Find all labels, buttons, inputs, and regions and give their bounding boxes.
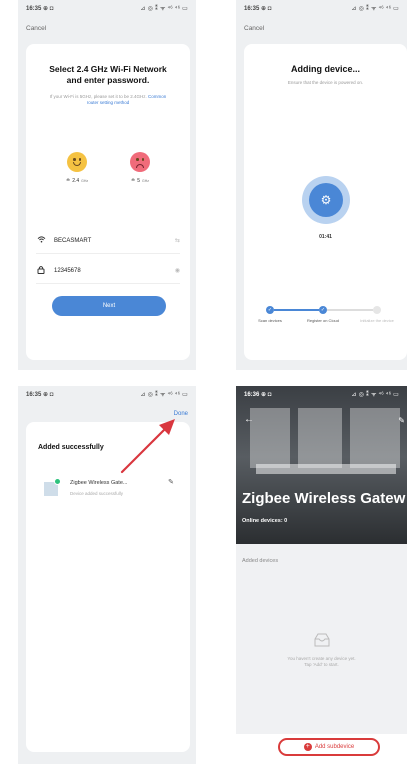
- wifi-setup-screen: 16:35 ⊕ ◘ ⊿ ◎ ⁑ ᯤ ⁴⁶ ⁴⁶ ▭ Cancel Select …: [18, 0, 196, 370]
- status-time: 16:36 ⊕ ◘: [244, 391, 272, 398]
- status-bar: 16:35 ⊕ ◘ ⊿ ◎ ⁑ ᯤ ⁴⁶ ⁴⁶ ▭: [18, 0, 196, 16]
- progress-card: Adding device... Ensure that the device …: [244, 44, 407, 360]
- band-note-text: If your Wi-Fi is 5GHz, please set it to …: [49, 94, 147, 99]
- step-1-check-icon: ✓: [266, 306, 274, 314]
- empty-tray-icon: [314, 633, 330, 647]
- status-time: 16:35 ⊕ ◘: [26, 5, 54, 12]
- band-bad: ≘ 5 GHz: [130, 152, 150, 184]
- status-time: 16:35 ⊕ ◘: [26, 391, 54, 398]
- lock-icon: [36, 265, 46, 276]
- wifi-ssid-value: BECASMART: [54, 237, 92, 244]
- empty-state-message: You haven't create any device yet. Tap '…: [287, 656, 356, 667]
- cancel-button[interactable]: Cancel: [26, 25, 46, 32]
- wifi-small-icon: ≘: [131, 178, 136, 184]
- countdown-timer: 01:41: [319, 234, 332, 240]
- result-card: Added successfully Zigbee Wireless Gate.…: [26, 422, 190, 752]
- wifi-form-card: Select 2.4 GHz Wi-Fi Network and enter p…: [26, 44, 190, 360]
- gateway-title: Zigbee Wireless Gatew: [242, 490, 406, 507]
- gear-icon: ⚙: [309, 183, 343, 217]
- step-label-initialize: Initialize the device: [360, 318, 394, 323]
- band-good-label: ≘ 2.4 GHz: [66, 178, 89, 184]
- online-devices-count: Online devices: 0: [242, 518, 288, 524]
- step-line-1: [274, 309, 319, 311]
- status-bar: 16:35 ⊕ ◘ ⊿ ◎ ⁑ ᯤ ⁴⁶ ⁴⁶ ▭: [236, 0, 407, 16]
- password-value: 12345678: [54, 267, 81, 274]
- cancel-button[interactable]: Cancel: [244, 25, 264, 32]
- status-bar: 16:35 ⊕ ◘ ⊿ ◎ ⁑ ᯤ ⁴⁶ ⁴⁶ ▭: [18, 386, 196, 402]
- band-bad-label: ≘ 5 GHz: [131, 178, 149, 184]
- added-success-screen: 16:35 ⊕ ◘ ⊿ ◎ ⁑ ᯤ ⁴⁶ ⁴⁶ ▭ Done Added suc…: [18, 386, 196, 764]
- band-good: ≘ 2.4 GHz: [66, 152, 88, 184]
- eye-icon[interactable]: ◉: [175, 267, 180, 274]
- page-title: Adding device...: [290, 64, 360, 74]
- gateway-hero-image: 16:36 ⊕ ◘ ⊿ ◎ ⁑ ᯤ ⁴⁶ ⁴⁶ ▭ ← ✎ Zigbee Wir…: [236, 386, 407, 544]
- wifi-ssid-field[interactable]: BECASMART ⇆: [36, 228, 180, 254]
- status-icons: ⊿ ◎ ⁑ ᯤ ⁴⁶ ⁴⁶ ▭: [140, 392, 188, 398]
- done-button[interactable]: Done: [174, 411, 188, 417]
- adding-device-screen: 16:35 ⊕ ◘ ⊿ ◎ ⁑ ᯤ ⁴⁶ ⁴⁶ ▭ Cancel Adding …: [236, 0, 407, 370]
- added-devices-header: Added devices: [242, 558, 279, 564]
- gateway-detail-screen: 16:36 ⊕ ◘ ⊿ ◎ ⁑ ᯤ ⁴⁶ ⁴⁶ ▭ ← ✎ Zigbee Wir…: [236, 386, 407, 764]
- step-line-2: [327, 309, 373, 311]
- step-label-register: Register on Cloud: [306, 318, 340, 323]
- back-arrow-icon[interactable]: ←: [244, 414, 254, 425]
- happy-face-icon: [67, 152, 88, 172]
- status-bar: 16:36 ⊕ ◘ ⊿ ◎ ⁑ ᯤ ⁴⁶ ⁴⁶ ▭: [236, 386, 407, 402]
- status-icons: ⊿ ◎ ⁑ ᯤ ⁴⁶ ⁴⁶ ▭: [351, 6, 399, 12]
- progress-ring: ⚙: [302, 176, 350, 224]
- edit-pencil-icon[interactable]: ✎: [398, 416, 405, 425]
- edit-pencil-icon[interactable]: ✎: [168, 478, 174, 486]
- band-note: If your Wi-Fi is 5GHz, please set it to …: [26, 94, 190, 106]
- step-indicator: ✓ ✓: [266, 306, 385, 314]
- password-field[interactable]: 12345678 ◉: [36, 258, 180, 284]
- switch-network-icon[interactable]: ⇆: [175, 237, 180, 244]
- device-status: Device added successfully: [70, 491, 124, 496]
- add-subdevice-button[interactable]: + Add subdevice: [278, 738, 380, 756]
- page-subtitle: Ensure that the device is powered on.: [287, 80, 364, 85]
- step-3-pending-icon: [373, 306, 381, 314]
- device-name: Zigbee Wireless Gate...: [70, 480, 128, 486]
- plus-icon: +: [303, 743, 312, 751]
- success-dot-icon: [54, 478, 61, 485]
- step-2-check-icon: ✓: [319, 306, 327, 314]
- status-icons: ⊿ ◎ ⁑ ᯤ ⁴⁶ ⁴⁶ ▭: [351, 392, 399, 398]
- wifi-small-icon: ≘: [66, 178, 71, 184]
- sad-face-icon: [130, 152, 150, 172]
- wifi-icon: [36, 236, 46, 245]
- status-icons: ⊿ ◎ ⁑ ᯤ ⁴⁶ ⁴⁶ ▭: [140, 6, 188, 12]
- status-time: 16:35 ⊕ ◘: [244, 5, 272, 12]
- step-label-scan: Scan devices: [258, 318, 282, 323]
- page-title: Added successfully: [38, 444, 104, 451]
- next-button[interactable]: Next: [52, 296, 166, 316]
- page-title: Select 2.4 GHz Wi-Fi Network and enter p…: [49, 64, 167, 85]
- add-subdevice-label: Add subdevice: [314, 744, 355, 750]
